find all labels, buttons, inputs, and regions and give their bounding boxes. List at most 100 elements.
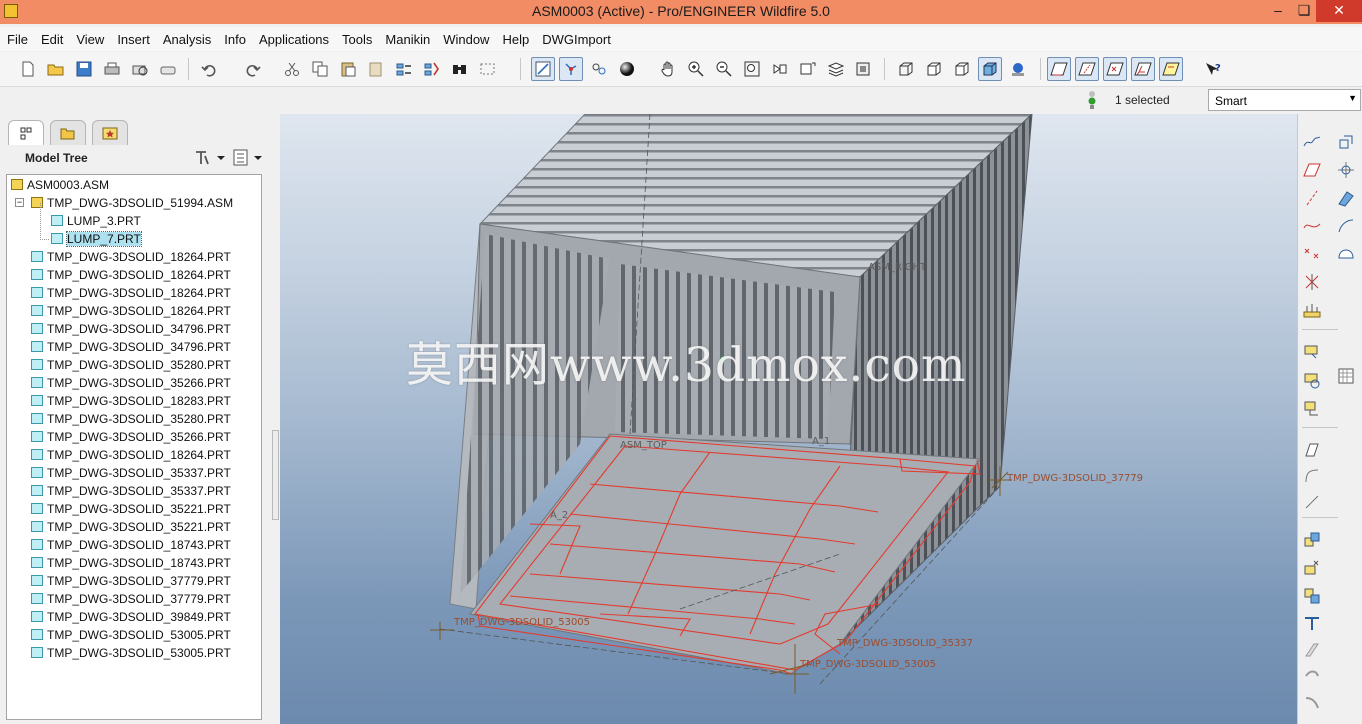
tree-node[interactable]: TMP_DWG-3DSOLID_51994.ASM	[31, 194, 233, 212]
context-help-icon[interactable]: ?	[1201, 57, 1225, 81]
csys-label-37779[interactable]: TMP_DWG-3DSOLID_37779	[1007, 473, 1143, 484]
datum-points-icon[interactable]	[1103, 57, 1127, 81]
merge-icon[interactable]	[1300, 638, 1324, 662]
zoom-fit-icon[interactable]	[740, 57, 764, 81]
datum-label-a1[interactable]: A_1	[812, 436, 830, 447]
chamfer-icon[interactable]	[1300, 528, 1324, 552]
model-tree-tab[interactable]	[8, 120, 44, 145]
tree-node[interactable]: TMP_DWG-3DSOLID_18743.PRT	[31, 536, 231, 554]
tree-settings-button[interactable]	[192, 148, 226, 168]
tree-node[interactable]: TMP_DWG-3DSOLID_35337.PRT	[31, 482, 231, 500]
tree-node[interactable]: TMP_DWG-3DSOLID_53005.PRT	[31, 626, 231, 644]
sketch-tool-icon[interactable]	[1300, 130, 1324, 154]
tree-node[interactable]: TMP_DWG-3DSOLID_35221.PRT	[31, 518, 231, 536]
datum-plane-icon[interactable]	[1300, 158, 1324, 182]
tree-node[interactable]: LUMP_3.PRT	[51, 212, 141, 230]
selection-filter-select[interactable]: Smart ▼	[1208, 89, 1361, 111]
new-file-icon[interactable]	[16, 57, 40, 81]
csys-label-53005-right[interactable]: TMP_DWG-3DSOLID_53005	[800, 659, 936, 670]
zoom-out-icon[interactable]	[712, 57, 736, 81]
saved-views-icon[interactable]	[796, 57, 820, 81]
datum-label-a2[interactable]: A_2	[550, 510, 568, 521]
print-icon[interactable]	[100, 57, 124, 81]
menu-edit[interactable]: Edit	[34, 32, 69, 47]
view-manager-icon[interactable]	[852, 57, 876, 81]
draft-icon[interactable]	[1300, 556, 1324, 580]
tree-node[interactable]: TMP_DWG-3DSOLID_18264.PRT	[31, 302, 231, 320]
menu-tools[interactable]: Tools	[335, 32, 378, 47]
tree-node[interactable]: TMP_DWG-3DSOLID_53005.PRT	[31, 644, 231, 662]
copy-icon[interactable]	[308, 57, 332, 81]
menu-file[interactable]: File	[0, 32, 34, 47]
tree-node[interactable]: TMP_DWG-3DSOLID_18264.PRT	[31, 248, 231, 266]
annotations-icon[interactable]	[1159, 57, 1183, 81]
maximize-button[interactable]: ❏	[1290, 0, 1318, 22]
tree-node[interactable]: TMP_DWG-3DSOLID_37779.PRT	[31, 572, 231, 590]
tree-node[interactable]: TMP_DWG-3DSOLID_18743.PRT	[31, 554, 231, 572]
csys-label-53005-left[interactable]: TMP_DWG-3DSOLID_53005	[454, 617, 590, 628]
assemble-icon[interactable]	[1334, 130, 1358, 154]
datum-csys-icon[interactable]	[1300, 270, 1324, 294]
minimize-button[interactable]: –	[1264, 0, 1292, 22]
hole-icon[interactable]	[1300, 464, 1324, 488]
rib-icon[interactable]	[1334, 364, 1358, 388]
sweep-icon[interactable]	[1300, 396, 1324, 420]
redo-icon[interactable]	[240, 57, 264, 81]
paste-icon[interactable]	[336, 57, 360, 81]
blend-icon[interactable]	[1300, 438, 1324, 462]
cut-icon[interactable]	[280, 57, 304, 81]
tree-node[interactable]: TMP_DWG-3DSOLID_35280.PRT	[31, 356, 231, 374]
create-component-icon[interactable]	[1334, 158, 1358, 182]
datum-label-asm-right[interactable]: ASM_RIGHT	[868, 262, 926, 273]
layers-icon[interactable]	[824, 57, 848, 81]
tree-node[interactable]: TMP_DWG-3DSOLID_18264.PRT	[31, 446, 231, 464]
revolve-icon[interactable]	[1300, 368, 1324, 392]
reorient-icon[interactable]	[768, 57, 792, 81]
hidden-line-icon[interactable]	[922, 57, 946, 81]
wireframe-icon[interactable]	[894, 57, 918, 81]
favorites-tab[interactable]	[92, 120, 128, 145]
menu-insert[interactable]: Insert	[110, 32, 156, 47]
intersect-icon[interactable]	[1300, 690, 1324, 714]
graphics-window[interactable]: 莫西网www.3dmox.com ASM_RIGHT ASM_TOP A_1 A…	[280, 114, 1297, 724]
tree-node[interactable]: TMP_DWG-3DSOLID_18283.PRT	[31, 392, 231, 410]
tree-node[interactable]: ASM0003.ASM	[11, 176, 109, 194]
panel-splitter[interactable]	[272, 430, 279, 520]
print-setup-icon[interactable]	[156, 57, 180, 81]
zoom-in-icon[interactable]	[684, 57, 708, 81]
menu-analysis[interactable]: Analysis	[156, 32, 217, 47]
tree-node[interactable]: TMP_DWG-3DSOLID_39849.PRT	[31, 608, 231, 626]
no-hidden-icon[interactable]	[950, 57, 974, 81]
tree-node[interactable]: TMP_DWG-3DSOLID_34796.PRT	[31, 338, 231, 356]
shell-icon[interactable]	[1334, 242, 1358, 266]
paste-special-icon[interactable]	[364, 57, 388, 81]
find-icon[interactable]	[448, 57, 472, 81]
datum-axes-icon[interactable]	[1075, 57, 1099, 81]
regenerate-manager-icon[interactable]	[420, 57, 444, 81]
tree-collapse-toggle[interactable]: −	[15, 198, 24, 207]
round-icon[interactable]	[1300, 490, 1324, 514]
tree-node[interactable]: TMP_DWG-3DSOLID_34796.PRT	[31, 320, 231, 338]
shading-icon[interactable]	[978, 57, 1002, 81]
datum-planes-icon[interactable]	[1047, 57, 1071, 81]
menu-applications[interactable]: Applications	[252, 32, 335, 47]
tree-node[interactable]: TMP_DWG-3DSOLID_35266.PRT	[31, 428, 231, 446]
open-folder-icon[interactable]	[44, 57, 68, 81]
datum-curve-icon[interactable]	[1300, 214, 1324, 238]
menu-view[interactable]: View	[69, 32, 110, 47]
pattern-icon[interactable]	[1300, 584, 1324, 608]
enhanced-realism-icon[interactable]	[1006, 57, 1030, 81]
spin-center-icon[interactable]	[559, 57, 583, 81]
mirror-icon[interactable]	[1300, 612, 1324, 636]
csys-label-35337[interactable]: TMP_DWG-3DSOLID_35337	[837, 638, 973, 649]
package-icon[interactable]	[1334, 186, 1358, 210]
coordinate-systems-icon[interactable]	[1131, 57, 1155, 81]
folder-browser-tab[interactable]	[50, 120, 86, 145]
orient-mode-icon[interactable]	[587, 57, 611, 81]
datum-label-asm-top[interactable]: ASM_TOP	[620, 440, 667, 451]
regenerate-icon[interactable]	[392, 57, 416, 81]
tree-node[interactable]: LUMP_7.PRT	[51, 230, 142, 248]
print-preview-icon[interactable]	[128, 57, 152, 81]
undo-icon[interactable]	[198, 57, 222, 81]
tree-node[interactable]: TMP_DWG-3DSOLID_18264.PRT	[31, 284, 231, 302]
